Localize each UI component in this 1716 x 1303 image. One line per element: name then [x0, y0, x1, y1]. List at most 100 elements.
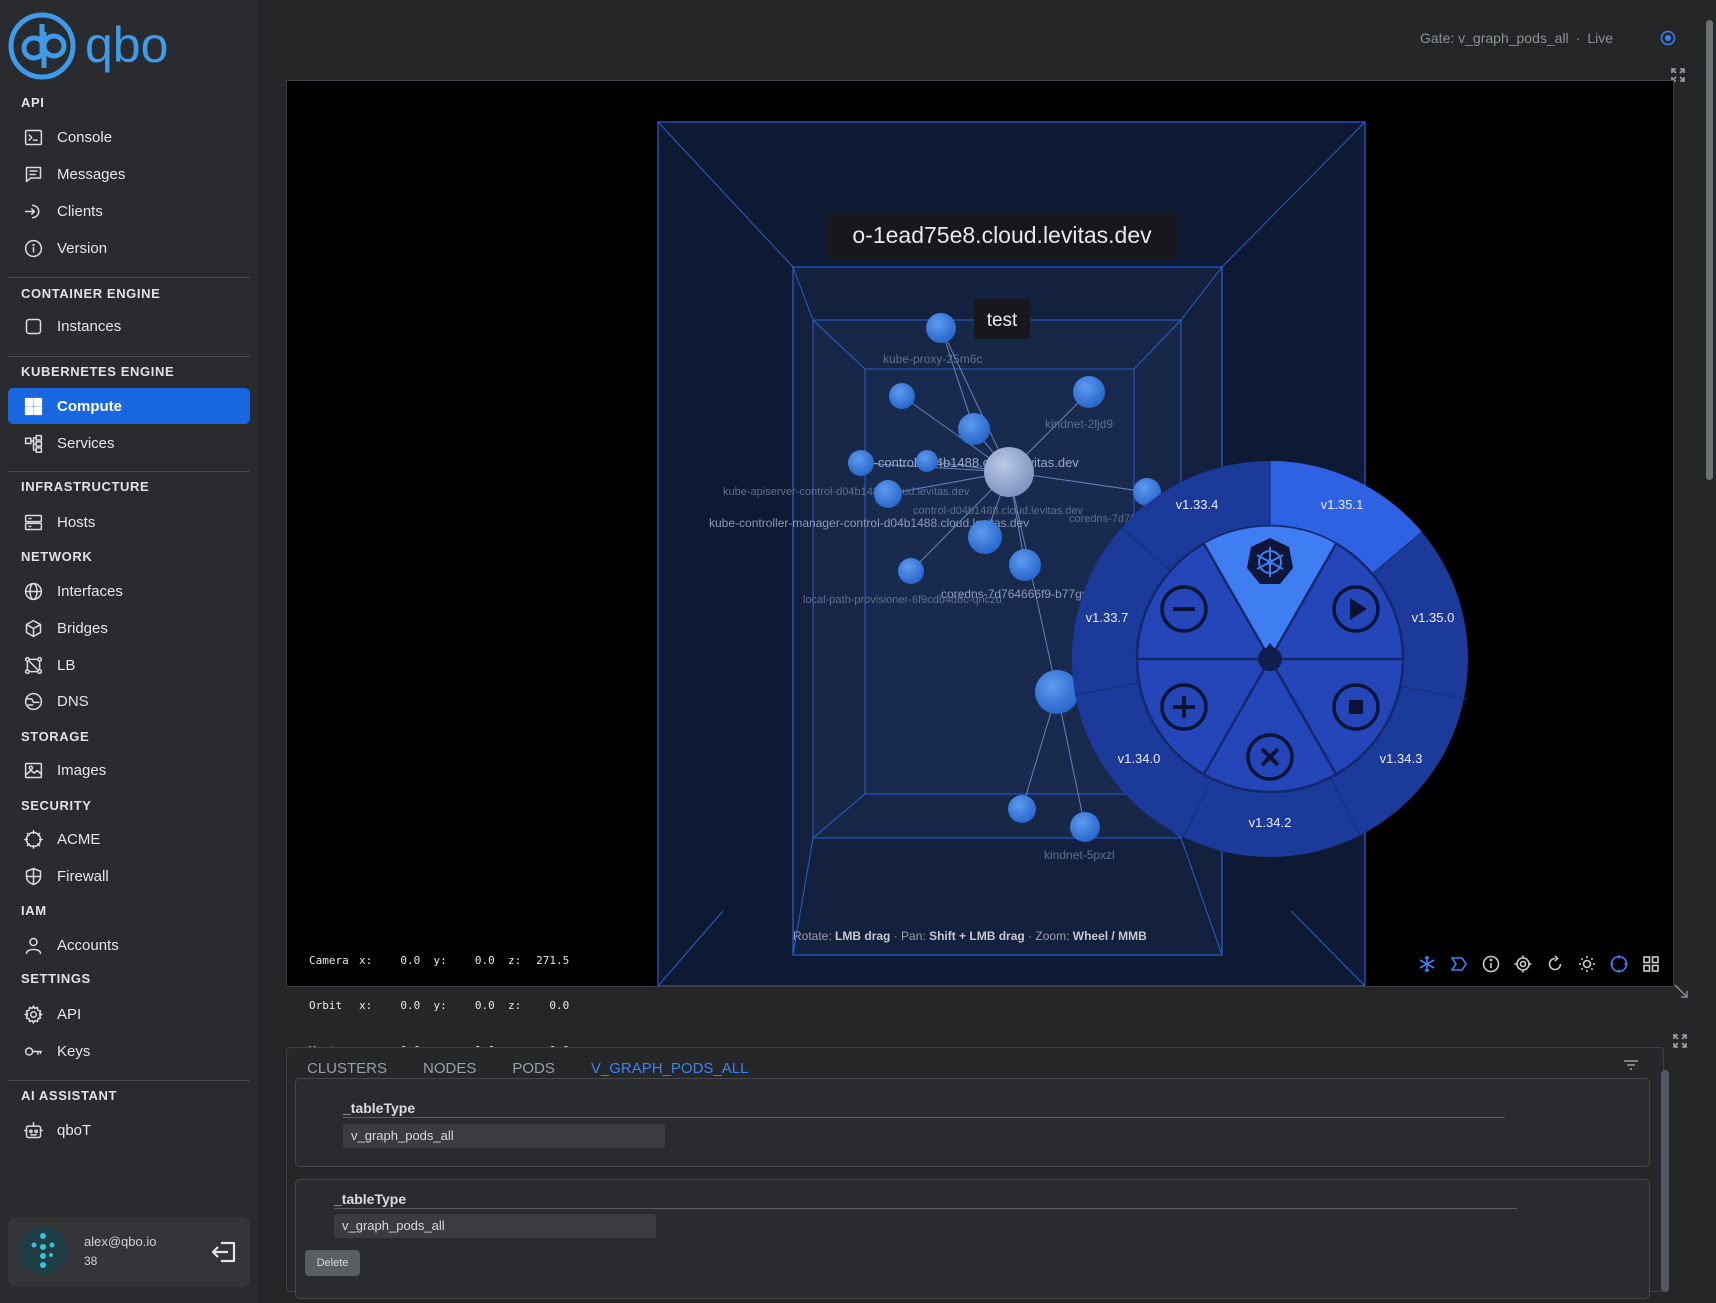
section-divider — [8, 356, 250, 357]
worker-node[interactable] — [1035, 670, 1079, 714]
sidebar-item-qbot[interactable]: qboT — [8, 1112, 250, 1148]
lb-icon — [22, 654, 44, 676]
table-type-field[interactable]: v_graph_pods_all — [334, 1214, 656, 1238]
sidebar-item-label: Console — [57, 128, 113, 146]
live-indicator-icon[interactable] — [1660, 30, 1676, 46]
sidebar-item-compute[interactable]: Compute — [8, 388, 250, 424]
pod-node[interactable] — [1073, 376, 1105, 408]
user-number: 38 — [84, 1254, 98, 1268]
node-label[interactable]: kube-proxy-25m6c — [883, 352, 982, 366]
pod-node[interactable] — [1070, 812, 1100, 842]
sidebar-item-hosts[interactable]: Hosts — [8, 504, 250, 540]
version-label[interactable]: v1.34.2 — [1249, 815, 1292, 830]
radial-menu[interactable]: v1.33.4 v1.35.1 v1.35.0 v1.34.3 v1.34.2 … — [1072, 461, 1468, 857]
globe-icon — [22, 580, 44, 602]
graph-viewer[interactable]: o-1ead75e8.cloud.levitas.dev test kube-p… — [286, 80, 1674, 1057]
sidebar-item-dns[interactable]: DNS — [8, 683, 250, 719]
labels-icon[interactable] — [1449, 954, 1469, 974]
section-title: INFRASTRUCTURE — [21, 479, 150, 494]
section-title: IAM — [21, 903, 47, 918]
acme-icon — [22, 828, 44, 850]
sidebar-item-bridges[interactable]: Bridges — [8, 610, 250, 646]
resize-handle-icon[interactable] — [1674, 984, 1688, 998]
version-label[interactable]: v1.35.0 — [1412, 610, 1455, 625]
pod-node[interactable] — [889, 383, 915, 409]
dns-icon — [22, 690, 44, 712]
sidebar-item-acme[interactable]: ACME — [8, 821, 250, 857]
key-icon — [22, 1040, 44, 1062]
sidebar-item-version[interactable]: Version — [8, 230, 250, 266]
logout-icon[interactable] — [210, 1237, 240, 1267]
sidebar-item-label: Images — [57, 761, 107, 779]
pod-node[interactable] — [1008, 795, 1036, 823]
sidebar-item-firewall[interactable]: Firewall — [8, 858, 250, 894]
sidebar-item-console[interactable]: Console — [8, 119, 250, 155]
sidebar-item-accounts[interactable]: Accounts — [8, 927, 250, 963]
table-type-field[interactable]: v_graph_pods_all — [343, 1124, 665, 1148]
layout-grid-icon[interactable] — [1641, 954, 1661, 974]
section-title: API — [21, 95, 45, 110]
focus-icon[interactable] — [1513, 954, 1533, 974]
cluster-label[interactable]: o-1ead75e8.cloud.levitas.dev — [852, 222, 1152, 248]
sidebar-item-images[interactable]: Images — [8, 752, 250, 788]
node-label[interactable]: kindnet-2ljd9 — [1045, 417, 1113, 431]
cube-icon — [22, 617, 44, 639]
sidebar-item-label: Hosts — [57, 513, 96, 531]
sidebar-item-api[interactable]: API — [8, 996, 250, 1032]
app-root: qbo API Console Messages Clients Version CONT… — [0, 0, 1716, 1303]
section-title: SETTINGS — [21, 971, 91, 986]
pod-node[interactable] — [898, 558, 924, 584]
sidebar-item-label: LB — [57, 656, 76, 674]
sidebar-item-keys[interactable]: Keys — [8, 1033, 250, 1069]
freeze-icon[interactable] — [1417, 954, 1437, 974]
pod-node[interactable] — [926, 313, 956, 343]
info-icon[interactable] — [1481, 954, 1501, 974]
version-label[interactable]: v1.35.1 — [1321, 497, 1364, 512]
pod-node[interactable] — [848, 450, 874, 476]
namespace-label[interactable]: test — [987, 310, 1018, 331]
delete-button[interactable]: Delete — [305, 1250, 360, 1276]
sidebar-item-lb[interactable]: LB — [8, 647, 250, 683]
node-label[interactable]: local-path-provisioner-6f9cdb4d6c-qnczd — [803, 594, 1002, 606]
orbit-icon[interactable] — [1609, 954, 1629, 974]
camera-row: Camera x: 0.0 y: 0.0 z: 271.5 — [309, 954, 570, 967]
avatar[interactable] — [19, 1227, 67, 1275]
field-label: _tableType — [343, 1100, 416, 1116]
filter-icon[interactable] — [1622, 1056, 1640, 1074]
version-label[interactable]: v1.34.0 — [1118, 751, 1161, 766]
sidebar-item-services[interactable]: Services — [8, 425, 250, 461]
pod-node[interactable] — [958, 413, 990, 445]
qbo-logo[interactable]: qbo — [8, 10, 208, 82]
user-email: alex@qbo.io — [84, 1234, 157, 1249]
node-label[interactable]: kube-apiserver-control-d04b1488.cloud.le… — [723, 486, 970, 498]
pod-node[interactable] — [1009, 549, 1041, 581]
sidebar-item-clients[interactable]: Clients — [8, 193, 250, 229]
panel-scrollbar[interactable] — [1661, 1070, 1669, 1292]
node-label[interactable]: etcd-control-d04b1488.cloud.levitas.dev — [849, 455, 1079, 470]
sidebar-item-label: Clients — [57, 202, 103, 220]
control-plane-node[interactable] — [984, 447, 1034, 497]
version-label[interactable]: v1.33.4 — [1176, 497, 1219, 512]
section-divider — [8, 471, 250, 472]
messages-icon — [22, 163, 44, 185]
sidebar-item-label: Instances — [57, 317, 122, 335]
panel-scrollbar-thumb[interactable] — [1661, 1070, 1669, 1292]
robot-icon — [22, 1119, 44, 1141]
live-label: Live — [1587, 30, 1614, 46]
graph-scene[interactable]: o-1ead75e8.cloud.levitas.dev test kube-p… — [287, 81, 1673, 986]
sidebar-item-interfaces[interactable]: Interfaces — [8, 573, 250, 609]
pod-node[interactable] — [968, 520, 1002, 554]
sidebar-item-messages[interactable]: Messages — [8, 156, 250, 192]
version-label[interactable]: v1.33.7 — [1086, 610, 1129, 625]
sidebar-item-label: Accounts — [57, 936, 119, 954]
panel-fullscreen-icon[interactable] — [1672, 1033, 1688, 1049]
clients-icon — [22, 200, 44, 222]
pod-node[interactable] — [874, 480, 902, 508]
version-label[interactable]: v1.34.3 — [1380, 751, 1423, 766]
pod-node[interactable] — [916, 450, 938, 472]
page-scrollbar[interactable] — [1706, 20, 1713, 480]
reset-icon[interactable] — [1545, 954, 1565, 974]
brightness-icon[interactable] — [1577, 954, 1597, 974]
sidebar-item-instances[interactable]: Instances — [8, 308, 250, 344]
node-label[interactable]: kindnet-5pxzl — [1044, 848, 1115, 862]
